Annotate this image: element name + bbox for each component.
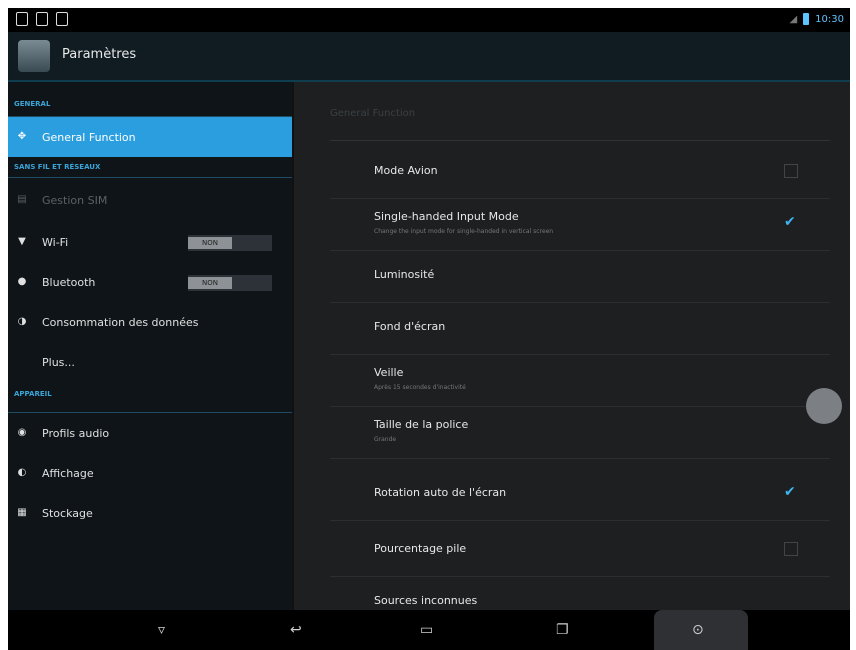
status-time: 10:30: [815, 13, 844, 25]
bluetooth-icon: ●: [17, 276, 27, 287]
setting-battery-percentage[interactable]: Pourcentage pile: [330, 524, 830, 577]
setting-font-size[interactable]: Taille de la police Grande: [330, 406, 830, 459]
display-icon: ◐: [17, 467, 27, 478]
back-icon[interactable]: ↩: [290, 622, 302, 638]
setting-sleep[interactable]: Veille Après 15 secondes d'inactivité: [330, 354, 830, 407]
sidebar-item-more[interactable]: Plus...: [8, 342, 292, 382]
sidebar-item-display[interactable]: ◐ Affichage: [8, 453, 292, 493]
screenshot-button[interactable]: ⊙: [654, 610, 748, 650]
single-handed-checkbox[interactable]: ✔: [784, 215, 796, 229]
gear-icon: ✥: [17, 131, 27, 142]
sidebar-item-wifi[interactable]: ▼ Wi-Fi NON: [8, 222, 292, 262]
sidebar-item-label: Profils audio: [42, 426, 110, 440]
setting-title: Sources inconnues: [374, 594, 478, 607]
device-screen: ◢ 10:30 Paramètres GENERAL ✥ General Fun…: [8, 8, 850, 650]
section-header-device: APPAREIL: [8, 382, 292, 413]
usb-icon: [16, 12, 28, 26]
section-header-general: GENERAL: [8, 82, 292, 117]
recent-apps-icon[interactable]: ❐: [556, 622, 569, 638]
header-divider: [330, 140, 830, 141]
home-icon[interactable]: ▭: [420, 622, 433, 638]
sidebar-item-label: Stockage: [42, 506, 93, 520]
setting-wallpaper[interactable]: Fond d'écran: [330, 302, 830, 355]
sidebar-item-label: Bluetooth: [42, 275, 96, 289]
auto-rotate-checkbox[interactable]: ✔: [784, 485, 796, 499]
settings-sidebar: GENERAL ✥ General Function SANS FIL ET R…: [8, 82, 292, 610]
setting-title: Pourcentage pile: [374, 542, 467, 555]
data-usage-icon: ◑: [17, 316, 27, 327]
battery-percentage-checkbox[interactable]: [784, 542, 798, 556]
sidebar-item-data-usage[interactable]: ◑ Consommation des données: [8, 302, 292, 342]
sidebar-item-sim[interactable]: ▤ Gestion SIM: [8, 178, 292, 222]
setting-title: Luminosité: [374, 268, 435, 281]
action-bar: Paramètres: [8, 32, 850, 82]
sidebar-item-bluetooth[interactable]: ● Bluetooth NON: [8, 262, 292, 302]
setting-unknown-sources[interactable]: Sources inconnues: [330, 576, 830, 610]
setting-title: Veille: [374, 366, 404, 379]
storage-icon: ▦: [17, 507, 27, 518]
setting-brightness[interactable]: Luminosité: [330, 250, 830, 303]
sidebar-item-label: General Function: [42, 130, 136, 144]
sidebar-item-storage[interactable]: ▦ Stockage: [8, 493, 292, 533]
settings-app-icon[interactable]: [18, 40, 50, 72]
sidebar-item-label: Consommation des données: [42, 315, 199, 329]
wifi-toggle[interactable]: NON: [188, 235, 272, 251]
sidebar-item-general-function[interactable]: ✥ General Function: [8, 117, 292, 157]
setting-subtitle: Change the input mode for single-handed …: [374, 228, 554, 235]
sidebar-item-label: Plus...: [42, 355, 75, 369]
setting-title: Rotation auto de l'écran: [374, 486, 507, 499]
setting-airplane-mode[interactable]: Mode Avion: [330, 146, 830, 199]
notification-icon: [56, 12, 68, 26]
sidebar-item-label: Gestion SIM: [42, 193, 108, 207]
setting-subtitle: Après 15 secondes d'inactivité: [374, 384, 466, 391]
setting-title: Mode Avion: [374, 164, 438, 177]
signal-icon: ◢: [789, 13, 798, 25]
setting-auto-rotate[interactable]: Rotation auto de l'écran ✔: [330, 468, 830, 521]
wifi-toggle-label: NON: [188, 237, 232, 249]
sidebar-item-label: Wi-Fi: [42, 235, 69, 249]
setting-title: Taille de la police: [374, 418, 469, 431]
settings-detail-pane: General Function Mode Avion Single-hande…: [294, 82, 850, 610]
battery-icon: [803, 13, 810, 25]
audio-icon: ◉: [17, 427, 27, 438]
screenshot-icon: ⊙: [692, 622, 704, 638]
setting-single-handed-input[interactable]: Single-handed Input Mode Change the inpu…: [330, 198, 830, 251]
bluetooth-toggle[interactable]: NON: [188, 275, 272, 291]
section-header-wireless: SANS FIL ET RÉSEAUX: [8, 157, 292, 178]
setting-title: Single-handed Input Mode: [374, 210, 519, 223]
setting-subtitle: Grande: [374, 436, 397, 443]
airplane-mode-checkbox[interactable]: [784, 164, 798, 178]
detail-header: General Function: [330, 108, 416, 119]
sidebar-item-label: Affichage: [42, 466, 94, 480]
sd-card-icon: [36, 12, 48, 26]
bluetooth-toggle-label: NON: [188, 277, 232, 289]
sidebar-item-audio-profiles[interactable]: ◉ Profils audio: [8, 413, 292, 453]
hide-keyboard-icon[interactable]: ▿: [158, 622, 165, 638]
floating-assist-button[interactable]: [806, 388, 842, 424]
wifi-icon: ▼: [18, 236, 26, 247]
system-navigation-bar: ▿ ↩ ▭ ❐ ⊙: [8, 610, 850, 650]
sim-icon: ▤: [17, 194, 27, 205]
status-bar: ◢ 10:30: [8, 8, 850, 32]
setting-title: Fond d'écran: [374, 320, 446, 333]
app-title: Paramètres: [62, 47, 137, 62]
